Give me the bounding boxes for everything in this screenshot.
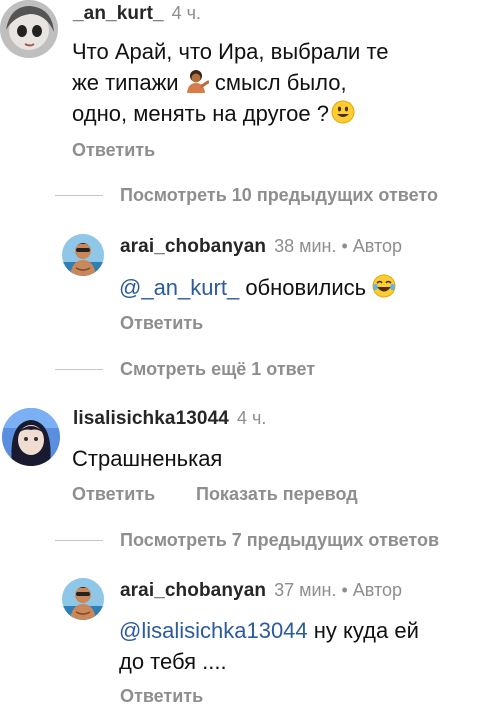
reply-header: arai_chobanyan 38 мин. • Автор — [120, 236, 402, 258]
tears-of-joy-icon — [372, 274, 396, 298]
avatar-image — [0, 0, 58, 58]
username[interactable]: lisalisichka13044 — [73, 408, 229, 429]
username[interactable]: arai_chobanyan — [120, 236, 266, 257]
avatar-image — [62, 234, 104, 276]
reply-meta: 37 мин. • Автор — [274, 580, 403, 600]
username[interactable]: arai_chobanyan — [120, 580, 266, 601]
view-more-replies-button[interactable]: Смотреть ещё 1 ответ — [120, 359, 315, 380]
thread-divider — [55, 540, 103, 541]
smiling-face-icon — [331, 100, 355, 124]
person-tipping-hand-icon — [186, 70, 209, 93]
avatar[interactable] — [62, 234, 104, 276]
view-previous-replies-button[interactable]: Посмотреть 7 предыдущих ответов — [120, 530, 439, 551]
reply-header: arai_chobanyan 37 мин. • Автор — [120, 580, 402, 602]
avatar[interactable] — [62, 578, 104, 620]
avatar-image — [62, 578, 104, 620]
avatar[interactable] — [0, 0, 58, 58]
mention-link[interactable]: @_an_kurt_ — [119, 275, 239, 300]
timestamp: 4 ч. — [171, 3, 202, 23]
view-previous-replies-button[interactable]: Посмотреть 10 предыдущих ответо — [120, 185, 438, 206]
comment-text: Страшненькая — [72, 446, 223, 471]
thread-divider — [55, 195, 103, 196]
avatar-image — [2, 408, 60, 466]
reply-meta: 38 мин. • Автор — [274, 236, 403, 256]
reply-button[interactable]: Ответить — [120, 313, 203, 334]
username[interactable]: _an_kurt_ — [73, 3, 164, 24]
reply-button[interactable]: Ответить — [72, 484, 155, 505]
avatar[interactable] — [2, 408, 60, 466]
mention-link[interactable]: @lisalisichka13044 — [119, 618, 308, 643]
reply-text: @lisalisichka13044 ну куда ей до тебя ..… — [119, 618, 419, 674]
thread-divider — [55, 369, 103, 370]
comment-text: Что Арай, что Ира, выбрали те же типажи … — [72, 39, 389, 126]
reply-text: @_an_kurt_ обновились — [119, 272, 396, 303]
reply-button[interactable]: Ответить — [72, 140, 155, 161]
comment-header: _an_kurt_ 4 ч. — [73, 3, 201, 25]
timestamp: 4 ч. — [236, 408, 267, 428]
reply-button[interactable]: Ответить — [120, 686, 203, 707]
show-translation-button[interactable]: Показать перевод — [196, 484, 358, 505]
comment-header: lisalisichka13044 4 ч. — [73, 408, 266, 430]
